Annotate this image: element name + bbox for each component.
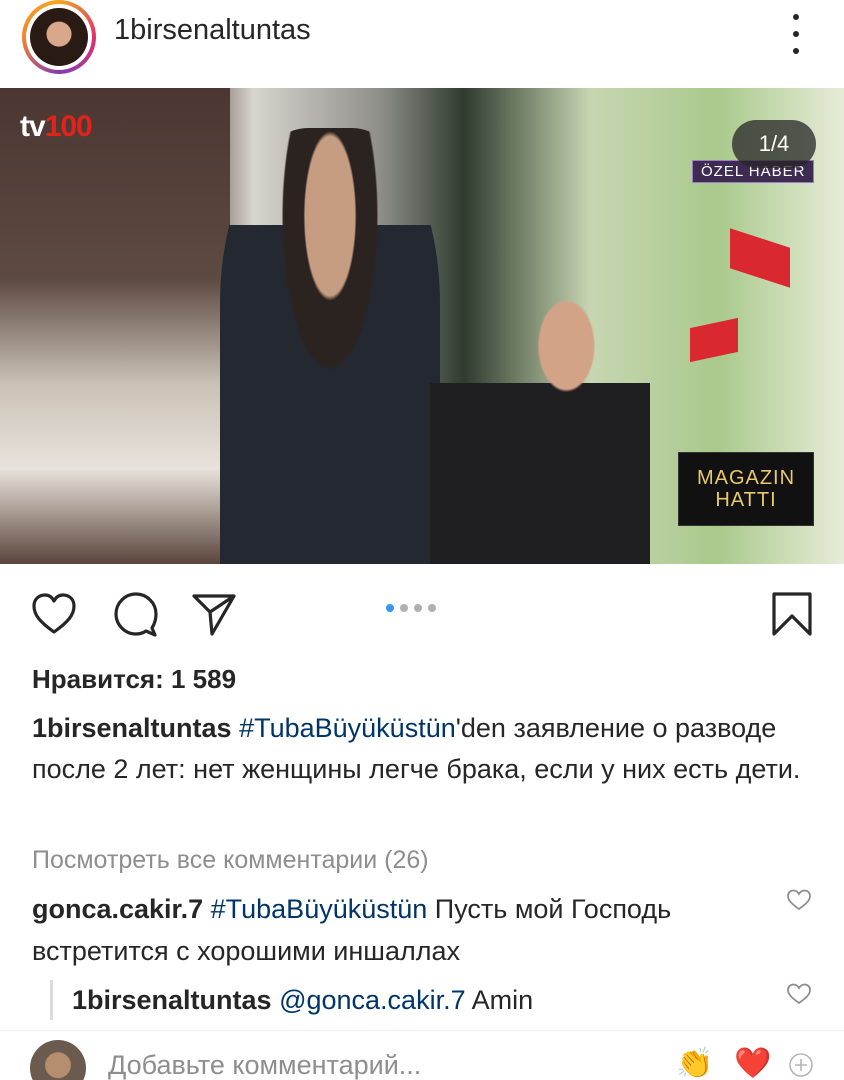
add-comment-input[interactable]: Добавьте комментарий... xyxy=(108,1050,421,1080)
action-bar xyxy=(0,564,844,660)
clap-emoji-button[interactable]: 👏 xyxy=(676,1048,713,1080)
avatar-photo xyxy=(30,8,88,66)
overlay-brand: MAGAZIN HATTI xyxy=(678,452,814,526)
overlay-brand-line1: MAGAZIN xyxy=(696,467,796,489)
reply-item: 1birsenaltuntas @gonca.cakir.7 Amin xyxy=(72,980,533,1020)
media-foreground-blur xyxy=(0,88,230,564)
comment-bubble-icon[interactable] xyxy=(112,590,160,638)
carousel-dot-active xyxy=(386,604,394,612)
heart-outline-icon[interactable] xyxy=(786,982,812,1006)
channel-logo: tv100 xyxy=(20,110,93,144)
carousel-indicator xyxy=(386,604,436,612)
media-flag xyxy=(730,228,790,288)
more-dot xyxy=(793,14,799,20)
comment-hashtag[interactable]: #TubaBüyüküstün xyxy=(211,894,428,924)
add-circle-icon[interactable] xyxy=(788,1052,814,1078)
more-vertical-icon[interactable] xyxy=(784,14,808,54)
avatar-border xyxy=(26,4,92,70)
carousel-dot xyxy=(400,604,408,612)
divider xyxy=(0,1030,844,1031)
more-dot xyxy=(793,31,799,37)
reply-text: Amin xyxy=(465,985,534,1015)
post-caption: 1birsenaltuntas #TubaBüyüküstün'den заяв… xyxy=(32,708,832,790)
reply-thread-line xyxy=(50,980,53,1020)
media-cameraman xyxy=(430,298,650,564)
comment-item: gonca.cakir.7 #TubaBüyüküstün Пусть мой … xyxy=(32,888,772,972)
channel-logo-number: 100 xyxy=(44,110,93,143)
channel-logo-prefix: tv xyxy=(20,110,46,143)
overlay-brand-line2: HATTI xyxy=(715,489,777,511)
more-dot xyxy=(793,48,799,54)
current-user-avatar xyxy=(30,1040,86,1080)
reply-username[interactable]: 1birsenaltuntas xyxy=(72,985,272,1015)
heart-emoji-button[interactable]: ❤️ xyxy=(734,1048,771,1080)
bookmark-outline-icon[interactable] xyxy=(768,590,816,638)
likes-count[interactable]: Нравится: 1 589 xyxy=(32,664,236,695)
reply-mention[interactable]: @gonca.cakir.7 xyxy=(279,985,466,1015)
profile-avatar[interactable] xyxy=(22,0,96,74)
media-person xyxy=(220,128,440,564)
post-media[interactable]: tv100 ÖZEL HABER MAGAZIN HATTI 1/4 xyxy=(0,88,844,564)
comment-username[interactable]: gonca.cakir.7 xyxy=(32,894,203,924)
caption-username[interactable]: 1birsenaltuntas xyxy=(32,713,232,743)
paper-plane-icon[interactable] xyxy=(190,590,238,638)
carousel-dot xyxy=(414,604,422,612)
heart-outline-icon[interactable] xyxy=(30,590,78,638)
caption-hashtag[interactable]: #TubaBüyüküstün xyxy=(239,713,456,743)
media-flag xyxy=(690,317,738,363)
carousel-counter: 1/4 xyxy=(732,120,816,168)
heart-outline-icon[interactable] xyxy=(786,888,812,912)
view-all-comments-link[interactable]: Посмотреть все комментарии (26) xyxy=(32,846,429,875)
post-header: 1birsenaltuntas xyxy=(0,0,844,88)
post-username[interactable]: 1birsenaltuntas xyxy=(114,14,311,47)
carousel-dot xyxy=(428,604,436,612)
